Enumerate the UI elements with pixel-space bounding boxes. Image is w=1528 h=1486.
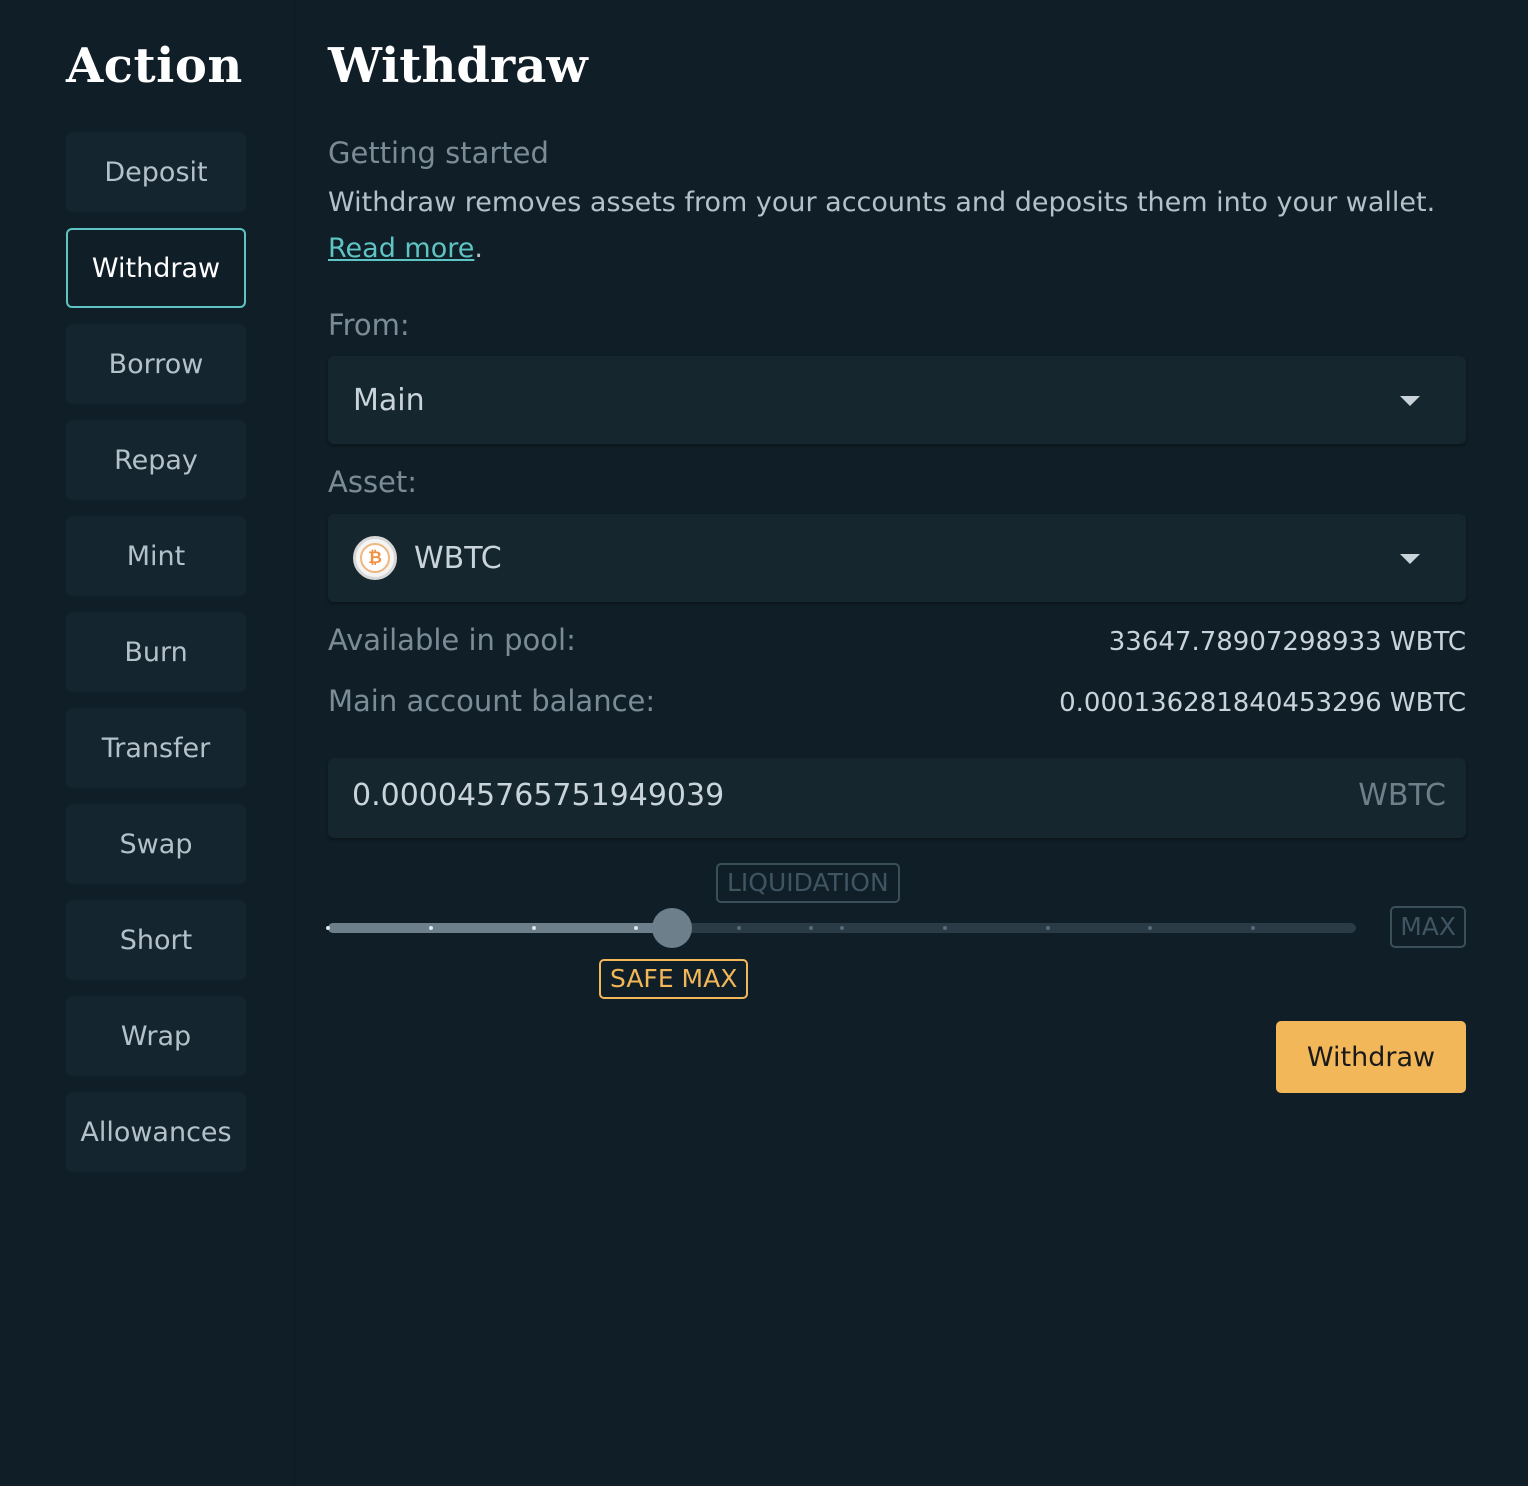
sidebar-item-withdraw[interactable]: Withdraw	[66, 228, 246, 308]
sidebar-item-burn[interactable]: Burn	[66, 612, 246, 692]
sidebar-item-transfer[interactable]: Transfer	[66, 708, 246, 788]
intro-heading: Getting started	[328, 136, 549, 170]
slider-track-fill	[328, 923, 672, 933]
safe-max-button[interactable]: SAFE MAX	[599, 959, 749, 999]
available-in-pool-value: 33647.78907298933 WBTC	[1108, 627, 1466, 657]
amount-unit: WBTC	[1358, 778, 1446, 813]
slider-tick	[1046, 926, 1050, 930]
chevron-down-icon	[1400, 396, 1420, 406]
amount-value: 0.000045765751949039	[352, 778, 725, 813]
sidebar-item-wrap[interactable]: Wrap	[66, 996, 246, 1076]
from-account-value: Main	[353, 382, 425, 418]
read-more-link[interactable]: Read more	[328, 233, 474, 264]
slider-thumb[interactable]	[652, 908, 692, 948]
withdraw-submit-button[interactable]: Withdraw	[1276, 1021, 1466, 1093]
slider-tick	[809, 926, 813, 930]
slider-tick	[1148, 926, 1152, 930]
sidebar-item-deposit[interactable]: Deposit	[66, 132, 246, 212]
slider-tick	[429, 926, 433, 930]
intro-text: Withdraw removes assets from your accoun…	[328, 180, 1466, 272]
asset-value: WBTC	[414, 540, 502, 576]
slider-tick	[840, 926, 844, 930]
main-account-balance-row: Main account balance: 0.0001362818404532…	[328, 684, 1466, 724]
sidebar-item-repay[interactable]: Repay	[66, 420, 246, 500]
from-label: From:	[328, 308, 410, 342]
sidebar-item-mint[interactable]: Mint	[66, 516, 246, 596]
slider-tick	[1251, 926, 1255, 930]
page: Action Deposit Withdraw Borrow Repay Mint Bur…	[0, 0, 1528, 1486]
available-in-pool-label: Available in pool:	[328, 623, 576, 657]
bitcoin-icon: ₿	[353, 536, 397, 580]
slider-tick	[737, 926, 741, 930]
from-account-select[interactable]: Main	[328, 356, 1466, 444]
sidebar-item-borrow[interactable]: Borrow	[66, 324, 246, 404]
chevron-down-icon	[1400, 554, 1420, 564]
asset-select[interactable]: ₿ WBTC	[328, 514, 1466, 602]
slider-tick	[326, 926, 330, 930]
sidebar-title: Action	[66, 38, 243, 94]
sidebar-item-short[interactable]: Short	[66, 900, 246, 980]
intro-description: Withdraw removes assets from your accoun…	[328, 187, 1436, 218]
available-in-pool-row: Available in pool: 33647.78907298933 WBT…	[328, 623, 1466, 663]
sidebar-item-swap[interactable]: Swap	[66, 804, 246, 884]
sidebar-item-allowances[interactable]: Allowances	[66, 1092, 246, 1172]
liquidation-marker: LIQUIDATION	[716, 863, 900, 903]
asset-label: Asset:	[328, 465, 418, 499]
slider-tick	[943, 926, 947, 930]
amount-slider[interactable]: LIQUIDATION MAX SAFE MAX	[326, 860, 1466, 1010]
amount-input[interactable]: 0.000045765751949039 WBTC	[328, 758, 1466, 838]
max-button[interactable]: MAX	[1390, 906, 1466, 948]
action-nav: Deposit Withdraw Borrow Repay Mint Burn Transf…	[66, 132, 246, 1188]
page-title: Withdraw	[328, 38, 588, 94]
main-account-balance-label: Main account balance:	[328, 684, 656, 718]
slider-tick	[532, 926, 536, 930]
main-account-balance-value: 0.000136281840453296 WBTC	[1059, 688, 1466, 718]
action-sidebar: Action Deposit Withdraw Borrow Repay Mint Bur…	[0, 0, 295, 1486]
intro-suffix: .	[474, 233, 483, 264]
slider-tick	[634, 926, 638, 930]
